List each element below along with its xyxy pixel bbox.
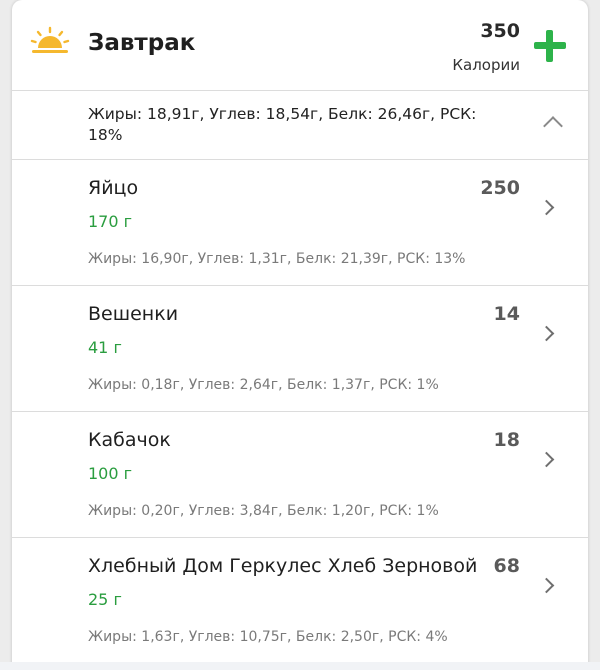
food-macros: Жиры: 16,90г, Углев: 1,31г, Белк: 21,39г…	[88, 251, 466, 267]
meal-card: Завтрак 350 Калории Жиры: 18,91г, Углев:…	[12, 0, 588, 670]
sunrise-icon	[30, 26, 70, 53]
food-name: Кабачок	[88, 429, 171, 451]
meal-header: Завтрак 350 Калории	[12, 0, 588, 91]
food-amount: 170 г	[88, 212, 133, 231]
food-name: Хлебный Дом Геркулес Хлеб Зерновой	[88, 555, 478, 577]
bottom-divider	[0, 662, 600, 670]
food-item[interactable]: Хлебный Дом Геркулес Хлеб Зерновой 68 25…	[12, 538, 588, 664]
chevron-right-icon	[538, 325, 555, 342]
chevron-right-icon	[538, 451, 555, 468]
food-name: Яйцо	[88, 177, 139, 199]
food-amount: 100 г	[88, 464, 133, 483]
food-item[interactable]: Кабачок 18 100 г Жиры: 0,20г, Углев: 3,8…	[12, 412, 588, 538]
meal-calories: 350	[480, 20, 520, 42]
food-calories: 14	[493, 303, 520, 325]
meal-title: Завтрак	[88, 30, 196, 56]
chevron-right-icon	[538, 577, 555, 594]
chevron-up-icon[interactable]	[543, 116, 563, 136]
food-item[interactable]: Яйцо 250 170 г Жиры: 16,90г, Углев: 1,31…	[12, 160, 588, 286]
meal-summary-text: Жиры: 18,91г, Углев: 18,54г, Белк: 26,46…	[88, 105, 477, 144]
add-food-button[interactable]	[532, 28, 568, 64]
food-amount: 41 г	[88, 338, 122, 357]
food-calories: 68	[493, 555, 520, 577]
food-macros: Жиры: 1,63г, Углев: 10,75г, Белк: 2,50г,…	[88, 629, 448, 645]
food-name: Вешенки	[88, 303, 179, 325]
food-calories: 18	[493, 429, 520, 451]
meal-summary: Жиры: 18,91г, Углев: 18,54г, Белк: 26,46…	[12, 91, 588, 160]
chevron-right-icon	[538, 199, 555, 216]
meal-calories-label: Калории	[452, 56, 520, 74]
food-amount: 25 г	[88, 590, 122, 609]
food-item[interactable]: Вешенки 14 41 г Жиры: 0,18г, Углев: 2,64…	[12, 286, 588, 412]
food-macros: Жиры: 0,18г, Углев: 2,64г, Белк: 1,37г, …	[88, 377, 439, 393]
food-calories: 250	[480, 177, 520, 199]
food-macros: Жиры: 0,20г, Углев: 3,84г, Белк: 1,20г, …	[88, 503, 439, 519]
